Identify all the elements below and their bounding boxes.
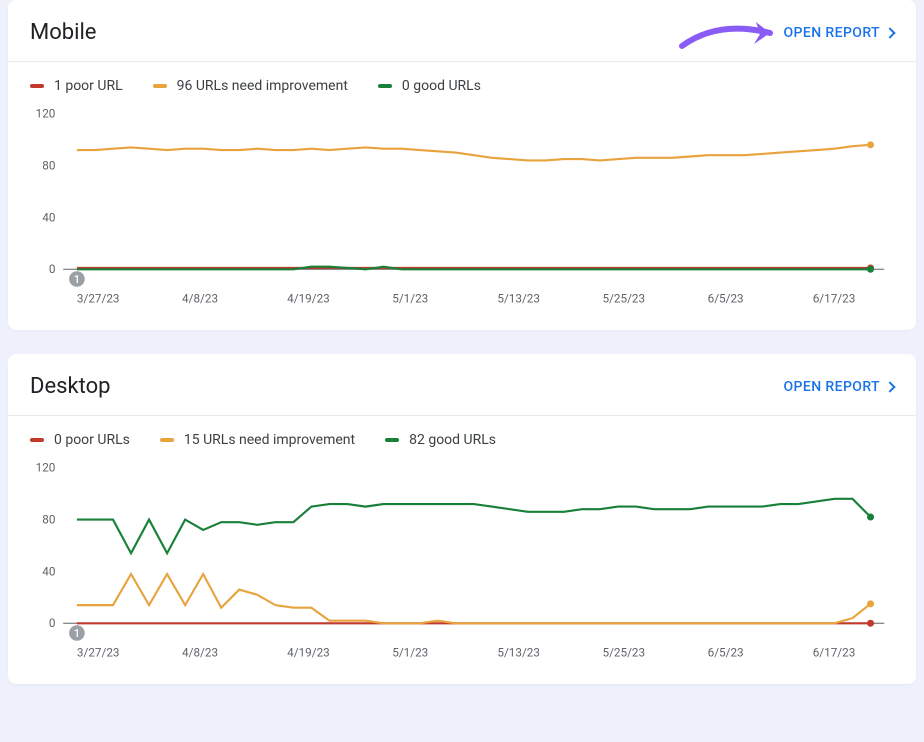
legend-item-ni[interactable]: 15 URLs need improvement (160, 432, 355, 448)
legend-label-poor: 0 poor URLs (54, 432, 130, 448)
card-header: Mobile OPEN REPORT (8, 0, 916, 62)
chart-zone: 0 40 80 120 1 3/27/23 4/8/23 4/19/23 5/1/23 5/13/… (8, 100, 916, 314)
series-needs_improvement-end-dot (867, 141, 874, 148)
legend-swatch-poor (30, 84, 44, 88)
x-tick-label: 4/19/23 (287, 645, 330, 659)
x-tick-label: 3/27/23 (77, 645, 120, 659)
x-tick-label: 6/17/23 (813, 645, 856, 659)
legend-item-ni[interactable]: 96 URLs need improvement (153, 78, 348, 94)
x-tick-label: 6/5/23 (708, 291, 744, 305)
open-report-button[interactable]: OPEN REPORT (784, 379, 894, 395)
open-report-button[interactable]: OPEN REPORT (784, 25, 894, 41)
x-tick-label: 5/13/23 (497, 291, 540, 305)
open-report-label: OPEN REPORT (784, 25, 880, 41)
legend-label-ni: 15 URLs need improvement (184, 432, 355, 448)
x-tick-label: 4/8/23 (182, 645, 218, 659)
x-tick-label: 5/25/23 (602, 291, 645, 305)
x-tick-label: 5/1/23 (392, 645, 428, 659)
legend-swatch-ni (160, 438, 174, 442)
series-good (77, 499, 871, 553)
chart-zone: 0 40 80 120 1 3/27/23 4/8/23 4/19/23 5/1/23 5/13/… (8, 454, 916, 668)
series-needs_improvement (77, 145, 871, 161)
legend: 1 poor URL 96 URLs need improvement 0 go… (8, 62, 916, 100)
legend-item-poor[interactable]: 0 poor URLs (30, 432, 130, 448)
open-report-label: OPEN REPORT (784, 379, 880, 395)
card-title: Mobile (30, 20, 96, 45)
legend-item-good[interactable]: 0 good URLs (378, 78, 481, 94)
legend-label-good: 82 good URLs (409, 432, 496, 448)
chart-0: 0 40 80 120 1 3/27/23 4/8/23 4/19/23 5/1/23 5/13/… (30, 104, 894, 314)
legend-label-good: 0 good URLs (402, 78, 481, 94)
series-good-end-dot (867, 266, 874, 273)
y-tick-label: 40 (42, 210, 55, 224)
x-tick-label: 5/13/23 (497, 645, 540, 659)
legend-swatch-good (378, 84, 392, 88)
chart-1: 0 40 80 120 1 3/27/23 4/8/23 4/19/23 5/1/23 5/13/… (30, 458, 894, 668)
x-tick-label: 5/25/23 (602, 645, 645, 659)
x-tick-label: 5/1/23 (392, 291, 428, 305)
card-mobile: Mobile OPEN REPORT 1 poor URL 96 URLs ne… (8, 0, 916, 330)
series-needs_improvement (77, 574, 871, 623)
chevron-right-icon (884, 27, 895, 38)
legend-label-ni: 96 URLs need improvement (177, 78, 348, 94)
legend-swatch-ni (153, 84, 167, 88)
series-good-end-dot (867, 513, 874, 520)
y-tick-label: 0 (49, 616, 56, 630)
legend: 0 poor URLs 15 URLs need improvement 82 … (8, 416, 916, 454)
x-tick-label: 3/27/23 (77, 291, 120, 305)
x-tick-label: 4/19/23 (287, 291, 330, 305)
legend-swatch-good (385, 438, 399, 442)
x-tick-label: 6/5/23 (708, 645, 744, 659)
y-tick-label: 120 (36, 107, 56, 121)
event-badge-label: 1 (74, 273, 80, 286)
x-tick-label: 4/8/23 (182, 291, 218, 305)
chevron-right-icon (884, 381, 895, 392)
legend-label-poor: 1 poor URL (54, 78, 123, 94)
y-tick-label: 0 (49, 262, 56, 276)
legend-item-poor[interactable]: 1 poor URL (30, 78, 123, 94)
card-title: Desktop (30, 374, 111, 399)
card-header: Desktop OPEN REPORT (8, 354, 916, 416)
y-tick-label: 120 (36, 461, 56, 475)
x-tick-label: 6/17/23 (813, 291, 856, 305)
legend-swatch-poor (30, 438, 44, 442)
series-needs_improvement-end-dot (867, 600, 874, 607)
card-desktop: Desktop OPEN REPORT 0 poor URLs 15 URLs … (8, 354, 916, 684)
legend-item-good[interactable]: 82 good URLs (385, 432, 496, 448)
y-tick-label: 80 (42, 158, 55, 172)
event-badge-label: 1 (74, 627, 80, 640)
y-tick-label: 40 (42, 564, 55, 578)
y-tick-label: 80 (42, 512, 55, 526)
series-poor-end-dot (867, 620, 874, 627)
